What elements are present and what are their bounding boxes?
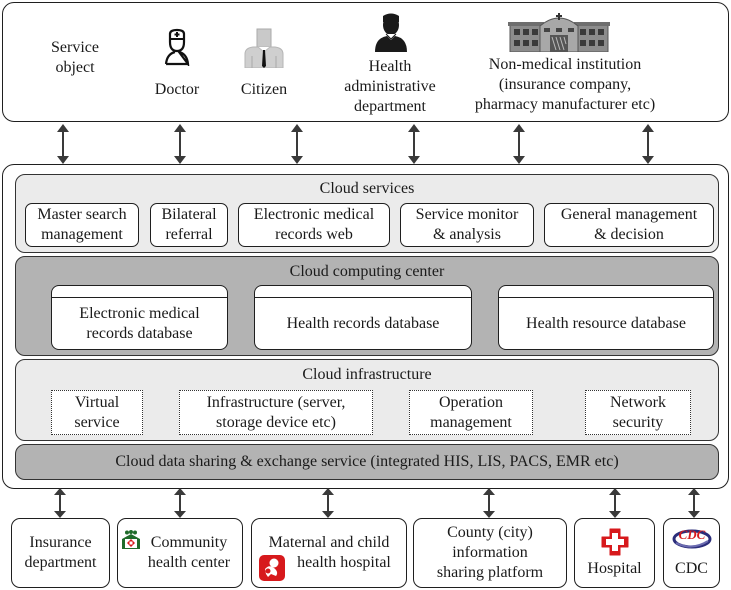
database-header [499,286,713,298]
infra-line-1: Virtual [74,393,120,411]
institution-line-2: information [452,544,528,561]
service-master-search: Master search management [25,203,139,247]
health-admin-line-1: Health [368,58,412,75]
service-line-1: Master search [37,206,127,223]
service-line-2: & decision [594,226,664,243]
institution-maternal-child-hospital: Maternal and child health hospital [251,518,407,588]
institution-line-1: Maternal and child [268,534,390,551]
infra-operation-management: Operation management [409,390,533,435]
service-line-1: General management [560,206,698,223]
health-admin-line-3: department [354,98,426,115]
service-object-line-2: object [55,59,95,76]
institution-cdc: CDC CDC [663,518,720,588]
service-line-2: management [41,226,123,243]
service-line-1: Electronic medical [253,206,375,223]
doctor-label: Doctor [154,81,200,98]
database-label: Health resource database [526,314,686,332]
non-medical-line-2: (insurance company, [498,76,632,93]
service-line-1: Bilateral [161,206,217,223]
admin-person-icon [373,12,409,52]
infra-line-1: Infrastructure (server, [206,393,346,411]
institution-line-1: County (city) [447,524,533,541]
institution-line-2: health center [147,554,231,571]
institution-county-info-platform: County (city) information sharing platform [413,518,567,588]
institution-line-1: Insurance [29,534,92,551]
service-line-2: referral [165,226,213,243]
health-admin-line-2: administrative [344,78,436,95]
institution-line-2: health hospital [297,554,391,571]
non-medical-line-1: Non-medical institution [488,56,642,73]
service-monitor-analysis: Service monitor & analysis [400,203,534,247]
cloud-computing-title: Cloud computing center [289,263,445,280]
service-line-1: Service monitor [415,206,519,223]
double-arrow-icon [174,124,186,164]
database-line-2: records database [86,324,193,342]
database-label: Health records database [286,314,440,332]
database-header [255,286,471,298]
svg-text:CDC: CDC [679,527,706,542]
service-object-label: Service object [40,38,110,78]
service-line-2: records web [275,226,353,243]
double-arrow-icon [408,124,420,164]
institution-insurance-department: Insurance department [11,518,110,588]
database-health-records: Health records database [254,285,472,350]
database-header [52,286,227,298]
double-arrow-icon [54,488,66,518]
infra-network-security: Network security [585,390,691,435]
service-emr-web: Electronic medical records web [238,203,390,247]
non-medical-label: Non-medical institution (insurance compa… [460,55,670,115]
infra-line-2: security [612,413,664,431]
institution-line-1: Community [150,534,228,551]
health-admin-label: Health administrative department [325,57,455,117]
infra-line-1: Network [610,393,666,411]
double-arrow-icon [483,488,495,518]
data-sharing-layer: Cloud data sharing & exchange service (i… [15,444,719,480]
double-arrow-icon [688,488,700,518]
double-arrow-icon [322,488,334,518]
cloud-infrastructure-title: Cloud infrastructure [302,366,432,383]
data-sharing-title: Cloud data sharing & exchange service (i… [115,453,619,470]
cdc-logo-icon: CDC [672,524,712,550]
red-cross-icon [601,528,629,556]
infra-line-2: storage device etc) [216,413,336,431]
infra-infrastructure: Infrastructure (server, storage device et… [179,390,373,435]
citizen-icon [243,28,285,69]
doctor-icon [162,28,192,68]
double-arrow-icon [609,488,621,518]
institution-hospital: Hospital [574,518,655,588]
institution-community-health-center: Community health center [117,518,243,588]
institution-label: Hospital [587,560,642,577]
database-line-1: Electronic medical [79,304,200,322]
database-health-resource: Health resource database [498,285,714,350]
institution-label: CDC [675,560,708,577]
service-general-management: General management & decision [544,203,714,247]
institution-line-3: sharing platform [436,564,544,581]
database-emr: Electronic medical records database [51,285,228,350]
infra-line-2: service [74,413,120,431]
service-bilateral-referral: Bilateral referral [150,203,228,247]
service-object-line-1: Service [51,39,99,56]
double-arrow-icon [642,124,654,164]
double-arrow-icon [291,124,303,164]
double-arrow-icon [57,124,69,164]
infra-virtual-service: Virtual service [51,390,143,435]
institution-line-2: department [24,554,97,571]
building-icon [508,12,610,53]
infra-line-2: management [430,413,512,431]
infra-line-1: Operation [439,393,503,411]
non-medical-line-3: pharmacy manufacturer etc) [474,96,656,113]
cloud-services-title: Cloud services [319,180,415,197]
double-arrow-icon [174,488,186,518]
citizen-label: Citizen [240,81,288,98]
double-arrow-icon [513,124,525,164]
service-line-2: & analysis [432,226,501,243]
